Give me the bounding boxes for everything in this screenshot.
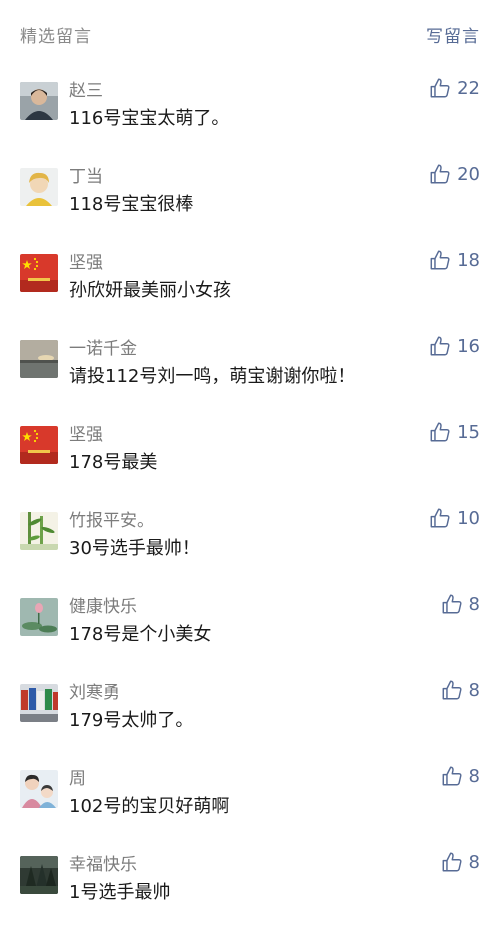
forest-dark-icon	[20, 856, 58, 894]
avatar[interactable]	[20, 770, 58, 808]
comments-header: 精选留言 写留言	[0, 0, 500, 66]
comment-content: 118号宝宝很棒	[69, 194, 194, 215]
comment-item: 幸福快乐 1号选手最帅 8	[0, 852, 500, 942]
comment-content: 102号的宝贝好萌啊	[69, 796, 230, 817]
like-count: 8	[468, 593, 480, 615]
comment-content: 孙欣妍最美丽小女孩	[69, 280, 231, 301]
comment-nickname: 周	[69, 769, 86, 789]
like-count: 8	[468, 679, 480, 701]
thumbs-up-icon	[430, 250, 450, 270]
comment-nickname: 坚强	[69, 253, 103, 273]
like-button[interactable]: 8	[441, 592, 480, 616]
comment-item: 丁当 118号宝宝很棒 20	[0, 164, 500, 254]
comment-item: 赵三 116号宝宝太萌了。 22	[0, 78, 500, 168]
like-count: 22	[457, 77, 480, 99]
avatar[interactable]	[20, 598, 58, 636]
mother-child-icon	[20, 770, 58, 808]
thumbs-up-icon	[442, 766, 462, 786]
thumbs-up-icon	[430, 422, 450, 442]
comment-content: 30号选手最帅！	[69, 538, 200, 559]
like-count: 8	[468, 765, 480, 787]
comment-item: 健康快乐 178号是个小美女 8	[0, 594, 500, 684]
write-comment-link[interactable]: 写留言	[426, 22, 480, 47]
like-button[interactable]: 16	[429, 334, 480, 358]
thumbs-up-icon	[430, 508, 450, 528]
comment-content: 1号选手最帅	[69, 882, 171, 903]
comment-nickname: 健康快乐	[69, 597, 137, 617]
like-button[interactable]: 8	[441, 764, 480, 788]
thumbs-up-icon	[442, 680, 462, 700]
avatar[interactable]	[20, 856, 58, 894]
red-flag-gate-icon	[20, 426, 58, 464]
comment-item: 一诺千金 请投112号刘一鸣，萌宝谢谢你啦！ 16	[0, 336, 500, 426]
avatar[interactable]	[20, 426, 58, 464]
comment-nickname: 丁当	[69, 167, 103, 187]
comment-nickname: 幸福快乐	[69, 855, 137, 875]
lotus-icon	[20, 598, 58, 636]
avatar[interactable]	[20, 512, 58, 550]
avatar[interactable]	[20, 168, 58, 206]
like-button[interactable]: 8	[441, 850, 480, 874]
like-count: 8	[468, 851, 480, 873]
like-count: 20	[457, 163, 480, 185]
comment-nickname: 坚强	[69, 425, 103, 445]
comment-content: 178号最美	[69, 452, 158, 473]
avatar[interactable]	[20, 254, 58, 292]
like-button[interactable]: 10	[429, 506, 480, 530]
comment-content: 179号太帅了。	[69, 710, 194, 731]
thumbs-up-icon	[430, 164, 450, 184]
comment-item: 坚强 178号最美 15	[0, 422, 500, 512]
comment-content: 116号宝宝太萌了。	[69, 108, 230, 129]
selected-comments-title: 精选留言	[20, 27, 92, 47]
avatar[interactable]	[20, 82, 58, 120]
person-dark-icon	[20, 82, 58, 120]
like-count: 18	[457, 249, 480, 271]
like-button[interactable]: 22	[429, 76, 480, 100]
comment-content: 178号是个小美女	[69, 624, 212, 645]
avatar[interactable]	[20, 340, 58, 378]
comment-nickname: 一诺千金	[69, 339, 137, 359]
comment-item: 周 102号的宝贝好萌啊 8	[0, 766, 500, 856]
comment-nickname: 竹报平安。	[69, 511, 154, 531]
like-button[interactable]: 15	[429, 420, 480, 444]
like-count: 10	[457, 507, 480, 529]
comment-nickname: 赵三	[69, 81, 103, 101]
avatar[interactable]	[20, 684, 58, 722]
like-button[interactable]: 8	[441, 678, 480, 702]
thumbs-up-icon	[430, 336, 450, 356]
bamboo-icon	[20, 512, 58, 550]
thumbs-up-icon	[430, 78, 450, 98]
like-button[interactable]: 20	[429, 162, 480, 186]
comment-item: 竹报平安。 30号选手最帅！ 10	[0, 508, 500, 598]
comment-item: 刘寒勇 179号太帅了。 8	[0, 680, 500, 770]
blonde-person-icon	[20, 168, 58, 206]
like-count: 16	[457, 335, 480, 357]
thumbs-up-icon	[442, 852, 462, 872]
comment-nickname: 刘寒勇	[69, 683, 120, 703]
like-count: 15	[457, 421, 480, 443]
red-flag-gate-icon	[20, 254, 58, 292]
lake-sunset-icon	[20, 340, 58, 378]
like-button[interactable]: 18	[429, 248, 480, 272]
comment-content: 请投112号刘一鸣，萌宝谢谢你啦！	[69, 366, 356, 387]
comment-item: 坚强 孙欣妍最美丽小女孩 18	[0, 250, 500, 340]
flags-icon	[20, 684, 58, 722]
thumbs-up-icon	[442, 594, 462, 614]
